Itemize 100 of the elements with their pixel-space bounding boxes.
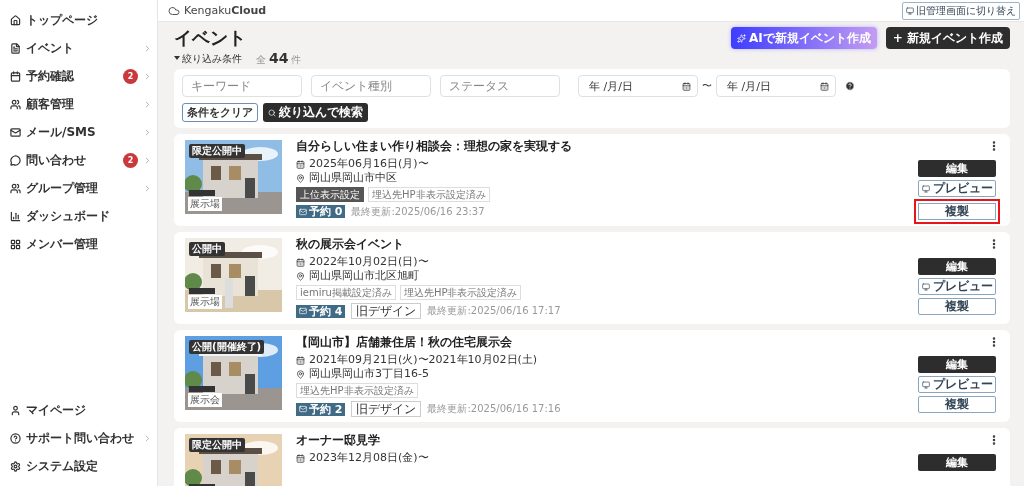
sidebar-item[interactable]: メンバー管理 (0, 230, 157, 258)
clear-button[interactable]: 条件をクリア (182, 103, 258, 122)
status-badge: 公開中 (189, 242, 225, 256)
edit-button[interactable]: 編集 (918, 258, 996, 275)
filter-field[interactable]: ステータス (440, 75, 560, 97)
sidebar-item[interactable]: トップページ (0, 6, 157, 34)
switch-view-button[interactable]: 旧管理画面に切り替え (902, 1, 1020, 20)
tag: 埋込先HP非表示設定済み (399, 285, 522, 301)
filter-field[interactable]: キーワード (182, 75, 302, 97)
edit-button[interactable]: 編集 (918, 454, 996, 471)
result-count: 44 (269, 50, 289, 66)
design-label: 旧デザイン (351, 303, 422, 320)
people-icon (10, 98, 21, 110)
mail-icon (299, 307, 307, 316)
chevron-icon (143, 99, 152, 109)
chart-icon (10, 210, 21, 222)
calendar-icon (296, 453, 305, 463)
status-badge: 公開(開催終了) (189, 340, 265, 354)
event-location: 岡山県岡山市北区旭町 (309, 270, 419, 284)
people-icon (10, 182, 21, 194)
tag: 埋込先HP非表示設定済み (368, 187, 490, 203)
chevron-icon (143, 71, 152, 81)
filter-field[interactable]: イベント種別 (311, 75, 431, 97)
calendar-icon (296, 257, 305, 267)
event-location: 岡山県岡山市3丁目16-5 (309, 368, 429, 382)
preview-button[interactable]: プレビュー (918, 278, 996, 295)
home-icon (10, 14, 21, 26)
cloud-logo-icon (168, 4, 180, 17)
design-label: 旧デザイン (351, 401, 422, 418)
filter-toggle[interactable]: 絞り込み条件 (174, 51, 242, 66)
preview-icon (921, 184, 930, 193)
preview-button[interactable]: プレビュー (918, 180, 996, 197)
copy-button[interactable]: 複製 (918, 298, 996, 315)
updated-time: 最終更新:2025/06/16 23:37 (351, 205, 485, 218)
category-label: 展示場 (188, 197, 222, 211)
sidebar-item[interactable]: 予約確認 2 (0, 62, 157, 90)
sidebar-item[interactable]: マイページ (0, 396, 157, 424)
edit-button[interactable]: 編集 (918, 356, 996, 373)
mail-icon (299, 405, 307, 414)
count-suffix: 件 (291, 53, 302, 67)
date-field[interactable]: 年 /月/日 (578, 75, 698, 97)
help-icon (10, 432, 21, 444)
edit-button[interactable]: 編集 (918, 160, 996, 177)
event-title[interactable]: 秋の展示会イベント (296, 238, 900, 252)
chevron-icon (143, 155, 152, 165)
reservation-badge[interactable]: 予約 2 (296, 402, 346, 416)
search-icon (268, 108, 276, 117)
reservation-badge[interactable]: 予約 4 (296, 304, 346, 318)
category-label: 展示場 (188, 295, 222, 309)
count-badge: 2 (123, 152, 138, 168)
chevron-icon (143, 433, 152, 443)
chat-bubble-icon (10, 154, 21, 166)
event-date: 2025年06月16日(月)〜 (309, 157, 429, 171)
user-icon (10, 404, 21, 416)
caret-icon (174, 56, 180, 61)
preview-icon (921, 282, 930, 291)
location-pin-icon (296, 174, 305, 184)
mail-icon (299, 207, 307, 216)
sidebar-item[interactable]: グループ管理 (0, 174, 157, 202)
event-date: 2022年10月02日(日)〜 (309, 255, 429, 269)
event-date: 2021年09月21日(火)〜2021年10月02日(土) (309, 353, 538, 367)
page-title: イベント (174, 26, 246, 50)
date-field[interactable]: 年 /月/日 (716, 75, 836, 97)
new-event-button[interactable]: + 新規イベント作成 (885, 27, 1010, 49)
event-title[interactable]: 自分らしい住まい作り相談会：理想の家を実現する (296, 140, 900, 154)
logo-text: KengakuCloud (184, 4, 267, 17)
copy-button[interactable]: 複製 (914, 199, 1000, 224)
ai-create-button[interactable]: AIで新規イベント作成 (731, 27, 877, 49)
sidebar-item[interactable]: メール/SMS (0, 118, 157, 146)
category-label: 展示会 (188, 393, 222, 407)
preview-button[interactable]: プレビュー (918, 376, 996, 393)
sidebar-item[interactable]: 問い合わせ 2 (0, 146, 157, 174)
preview-icon (921, 380, 930, 389)
mail-icon (10, 126, 21, 138)
sidebar-item[interactable]: ダッシュボード (0, 202, 157, 230)
range-separator: 〜 (702, 79, 712, 93)
event-title[interactable]: 【岡山市】店舗兼住居！秋の住宅展示会 (296, 336, 900, 350)
document-icon (10, 42, 21, 54)
settings-icon (10, 460, 21, 472)
reservation-badge[interactable]: 予約 0 (296, 205, 346, 219)
status-badge: 限定公開中 (189, 438, 245, 452)
copy-button[interactable]: 複製 (918, 396, 996, 413)
calendar-icon (10, 70, 21, 82)
calendar-icon (820, 81, 829, 91)
calendar-icon (296, 355, 305, 365)
updated-time: 最終更新:2025/06/16 17:16 (427, 403, 561, 415)
help-icon[interactable] (845, 81, 855, 91)
count-prefix: 全 (256, 53, 266, 67)
sidebar-item[interactable]: サポート問い合わせ (0, 424, 157, 452)
chevron-icon (143, 127, 152, 137)
event-date: 2023年12月08日(金)〜 (309, 451, 429, 465)
search-button[interactable]: 絞り込んで検索 (263, 103, 368, 122)
location-pin-icon (296, 272, 305, 282)
sidebar-item[interactable]: システム設定 (0, 452, 157, 480)
event-title[interactable]: オーナー邸見学 (296, 434, 900, 448)
event-location: 岡山県岡山市中区 (309, 172, 397, 186)
sidebar-item[interactable]: イベント (0, 34, 157, 62)
updated-time: 最終更新:2025/06/16 17:17 (427, 305, 561, 317)
count-badge: 2 (123, 68, 138, 84)
sidebar-item[interactable]: 顧客管理 (0, 90, 157, 118)
